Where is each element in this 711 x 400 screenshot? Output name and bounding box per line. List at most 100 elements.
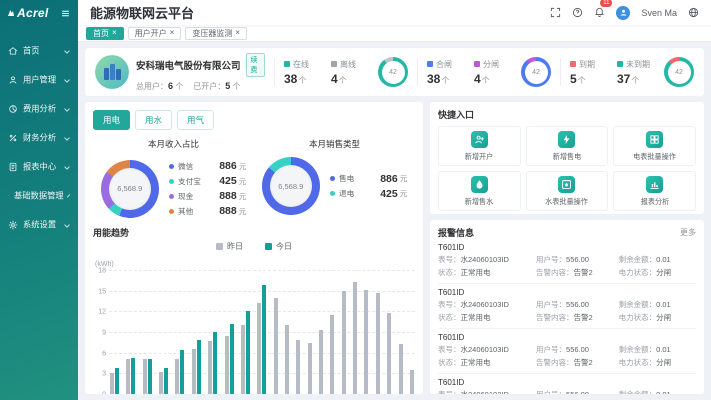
legend-swatch xyxy=(265,243,272,250)
bar-group-07:00 xyxy=(225,324,234,394)
avatar[interactable] xyxy=(616,6,630,20)
close-icon[interactable]: × xyxy=(235,29,240,37)
close-icon[interactable]: × xyxy=(112,29,117,37)
alarm-more-link[interactable]: 更多 xyxy=(680,227,696,238)
sidebar-item-pie[interactable]: 费用分析 xyxy=(0,94,78,123)
sidebar-item-db[interactable]: 基础数据管理 xyxy=(0,181,78,210)
bar-昨日 xyxy=(143,359,147,395)
quick-entry-chart[interactable]: 报表分析 xyxy=(613,171,696,211)
energy-tab-用水[interactable]: 用水 xyxy=(135,110,172,130)
alarm-amount: 剩余金额：0.01 xyxy=(619,299,696,310)
bar-昨日 xyxy=(225,336,229,394)
alarm-power: 电力状态：分闸 xyxy=(619,312,696,323)
tab-label: 变压器监测 xyxy=(192,28,232,39)
bar-今日 xyxy=(148,359,152,395)
quick-entry-bolt[interactable]: 新增售电 xyxy=(526,126,609,166)
bar-昨日 xyxy=(159,372,163,394)
quick-entry-grid[interactable]: 电表批量操作 xyxy=(613,126,696,166)
bar-group-19:00 xyxy=(376,293,380,394)
stat-分闸: 分闸 4个 xyxy=(474,59,508,86)
bar-group-09:00 xyxy=(257,285,266,394)
legend-label: 其他 xyxy=(178,206,208,216)
bar-group-18:00 xyxy=(364,290,368,394)
quick-entry-label: 新增开户 xyxy=(465,151,494,161)
bar-昨日 xyxy=(342,291,346,394)
renew-tag[interactable]: 续费 xyxy=(246,53,265,77)
grid-icon xyxy=(649,134,660,145)
energy-tab-用气[interactable]: 用气 xyxy=(177,110,214,130)
donut-section: 本月收入占比 6,568.9 微信 886 元 支付宝 425 元 xyxy=(93,138,254,220)
bar-group-03:00 xyxy=(159,368,168,394)
user-name[interactable]: Sven Ma xyxy=(641,8,677,18)
quick-entry-drop[interactable]: 新增售水 xyxy=(438,171,521,211)
db-icon xyxy=(8,191,9,201)
quick-entry-user-add[interactable]: 新增开户 xyxy=(438,126,521,166)
alarm-item[interactable]: T601ID 表号：水24060103ID用户号：556.00剩余金额：0.01… xyxy=(438,284,696,329)
bar-昨日 xyxy=(285,325,289,394)
y-tick-label: 18 xyxy=(98,268,106,275)
stat-group: 在线 38个 离线 4个 42 xyxy=(284,57,408,87)
percent-icon xyxy=(8,133,18,143)
alarm-meter: 表号：水24060103ID xyxy=(438,299,536,310)
fullscreen-icon[interactable] xyxy=(550,7,561,18)
company-stat: 总用户：6 个 xyxy=(136,81,183,92)
sidebar-item-report[interactable]: 报表中心 xyxy=(0,152,78,181)
company-avatar xyxy=(95,55,129,89)
company-stat: 已开户：5 个 xyxy=(193,81,240,92)
quick-entry-label: 报表分析 xyxy=(640,196,669,206)
bar-昨日 xyxy=(126,359,130,394)
sidebar-item-label: 财务分析 xyxy=(23,132,62,144)
legend-label: 支付宝 xyxy=(178,176,208,186)
quick-entry-grid: 新增开户 新增售电电表批量操作新增售水 水表批量操作报表分析 xyxy=(438,126,696,211)
legend-swatch xyxy=(216,243,223,250)
tab-用户开户[interactable]: 用户开户× xyxy=(128,27,182,40)
notification-bell-icon[interactable] xyxy=(594,6,605,17)
company-stats: 总用户：6 个已开户：5 个 xyxy=(136,81,265,92)
close-icon[interactable]: × xyxy=(170,29,175,37)
legend-unit: 元 xyxy=(239,161,247,172)
bar-昨日 xyxy=(376,293,380,394)
energy-panel: 用电用水用气 本月收入占比 6,568.9 微信 886 元 支付宝 425 元 xyxy=(85,102,423,394)
bar-昨日 xyxy=(353,282,357,394)
collapse-menu-icon[interactable] xyxy=(60,9,71,18)
bar-group-06:00 xyxy=(208,332,217,394)
trend-title: 用能趋势 xyxy=(93,226,415,239)
bar-昨日 xyxy=(241,325,245,394)
alarm-user: 用户号：556.00 xyxy=(536,389,619,394)
user-icon xyxy=(8,75,18,85)
main-content: 安科瑞电气股份有限公司 续费 总用户：6 个已开户：5 个 在线 38个 离线 … xyxy=(78,42,711,400)
legend-unit: 元 xyxy=(239,206,247,217)
stat-group: 合闸 38个 分闸 4个 42 xyxy=(427,57,551,87)
stat-value: 37个 xyxy=(617,72,651,86)
trend-legend-item: 昨日 xyxy=(216,241,243,252)
alarm-amount: 剩余金额：0.01 xyxy=(619,389,696,394)
stat-value: 38个 xyxy=(284,72,318,86)
sidebar-item-home[interactable]: 首页 xyxy=(0,36,78,65)
quick-entry-title: 快捷入口 xyxy=(438,108,696,121)
bar-昨日 xyxy=(192,349,196,394)
bar-group-05:00 xyxy=(192,340,201,394)
sidebar-item-gear[interactable]: 系统设置 xyxy=(0,210,78,239)
bar-group-11:00 xyxy=(285,325,289,394)
donut-title: 本月收入占比 xyxy=(93,138,254,150)
alarm-item[interactable]: T601ID 表号：水24060103ID用户号：556.00剩余金额：0.01… xyxy=(438,239,696,284)
quick-entry-drop-box[interactable]: 水表批量操作 xyxy=(526,171,609,211)
legend-unit: 元 xyxy=(239,176,247,187)
energy-tab-用电[interactable]: 用电 xyxy=(93,110,130,130)
sidebar-item-percent[interactable]: 财务分析 xyxy=(0,123,78,152)
tab-首页[interactable]: 首页× xyxy=(86,27,124,40)
sidebar-item-user[interactable]: 用户管理 xyxy=(0,65,78,94)
tab-变压器监测[interactable]: 变压器监测× xyxy=(185,27,247,40)
bar-今日 xyxy=(262,285,266,394)
ring-gauge: 42 xyxy=(664,57,694,87)
stat-label: 离线 xyxy=(340,59,356,70)
alarm-item[interactable]: T601ID 表号：水24060103ID用户号：556.00剩余金额：0.01… xyxy=(438,329,696,374)
trend-legend-item: 今日 xyxy=(265,241,292,252)
quick-entry-label: 新增售水 xyxy=(465,196,494,206)
alarm-alarm-content: 告警内容：告警2 xyxy=(536,357,619,368)
pie-icon xyxy=(8,104,18,114)
language-globe-icon[interactable] xyxy=(688,7,699,18)
stat-离线: 离线 4个 xyxy=(331,59,365,86)
alarm-item[interactable]: T601ID 表号：水24060103ID用户号：556.00剩余金额：0.01… xyxy=(438,374,696,394)
help-icon[interactable] xyxy=(572,7,583,18)
